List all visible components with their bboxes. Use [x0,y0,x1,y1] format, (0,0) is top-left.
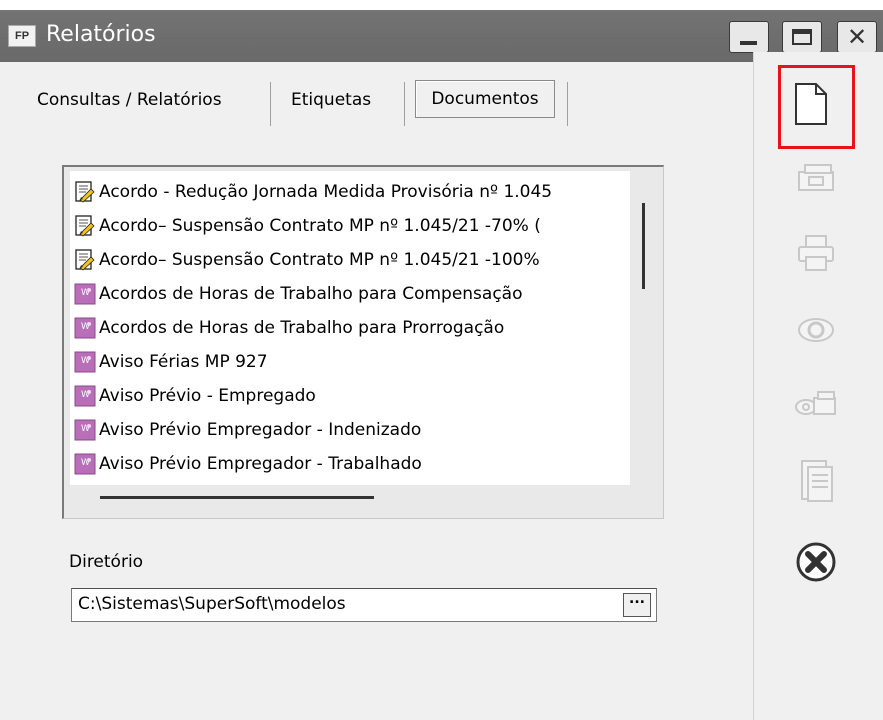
tab-divider [567,82,568,126]
list-item-label: Aviso Férias MP 927 [99,352,268,372]
close-icon: ✕ [846,23,868,51]
maximize-icon [792,29,812,45]
list-item[interactable]: Acordo– Suspensão Contrato MP nº 1.045/2… [70,209,630,243]
close-circle-icon [796,542,836,582]
doc-edit-icon [75,181,95,203]
window-title: Relatórios [46,22,156,47]
list-item-label: Acordo– Suspensão Contrato MP nº 1.045/2… [99,216,541,236]
list-item[interactable]: W Aviso Férias MP 927 [70,345,630,379]
list-item-label: Aviso Prévio Empregador - Indenizado [99,420,422,440]
doc-edit-icon [75,215,95,237]
list-item[interactable]: Acordo - Redução Jornada Medida Provisór… [70,175,630,209]
list-item-label: Acordo - Redução Jornada Medida Provisór… [99,182,553,202]
template-icon: W [74,351,96,373]
close-window-button[interactable]: ✕ [837,21,877,53]
directory-input[interactable]: C:\Sistemas\SuperSoft\modelos [71,588,657,622]
export-document-icon [801,460,833,502]
money-icon [798,164,834,191]
list-item-label: Acordo– Suspensão Contrato MP nº 1.045/2… [99,250,540,270]
minimize-icon [740,41,757,45]
minimize-button[interactable] [729,21,769,53]
documents-listbox[interactable]: Acordo - Redução Jornada Medida Provisór… [62,165,664,519]
list-item-label: Aviso Prévio Empregador - Trabalhado [99,454,422,474]
tab-consultas-relatorios[interactable]: Consultas / Relatórios [37,90,222,116]
preview-money-button [786,380,846,428]
template-icon: W [74,283,96,305]
tab-divider [270,82,271,126]
list-item-label: Acordos de Horas de Trabalho para Prorro… [99,318,505,338]
maximize-button[interactable] [782,21,822,53]
preview-eye-icon [798,318,834,342]
highlight-box [778,65,855,149]
template-icon: W [74,317,96,339]
money-button [786,154,846,202]
app-icon: FP [8,25,36,47]
vertical-scrollbar[interactable] [642,203,645,289]
action-toolbar [753,52,883,720]
list-item[interactable]: W Aviso Prévio Empregador - Trabalhado [70,447,630,481]
list-item[interactable]: W Acordos de Horas de Trabalho para Comp… [70,277,630,311]
close-button[interactable] [786,538,846,586]
list-item-label: Acordos de Horas de Trabalho para Compen… [99,284,523,304]
list-item[interactable]: W Aviso Prévio - Empregado [70,379,630,413]
tab-etiquetas[interactable]: Etiquetas [291,90,371,116]
template-icon: W [74,385,96,407]
doc-edit-icon [75,249,95,271]
export-document-button [786,457,846,505]
tab-documentos[interactable]: Documentos [415,80,555,118]
documents-list[interactable]: Acordo - Redução Jornada Medida Provisór… [70,171,630,485]
template-icon: W [74,453,96,475]
title-bar[interactable]: FP Relatórios ✕ [0,10,883,62]
print-button [786,229,846,277]
relatorios-window: FP Relatórios ✕ Consultas / Relatórios E… [0,10,883,720]
list-item[interactable]: W Acordos de Horas de Trabalho para Pror… [70,311,630,345]
list-item[interactable]: Acordo– Suspensão Contrato MP nº 1.045/2… [70,243,630,277]
preview-money-icon [795,391,836,415]
printer-icon [798,235,834,271]
list-item-label: Aviso Prévio - Empregado [99,386,316,406]
horizontal-scrollbar[interactable] [100,496,374,499]
browse-directory-button[interactable]: ... [623,592,651,617]
template-icon: W [74,419,96,441]
preview-button [786,306,846,354]
directory-label: Diretório [69,552,144,572]
list-item[interactable]: W Aviso Prévio Empregador - Indenizado [70,413,630,447]
tab-divider [404,82,405,126]
